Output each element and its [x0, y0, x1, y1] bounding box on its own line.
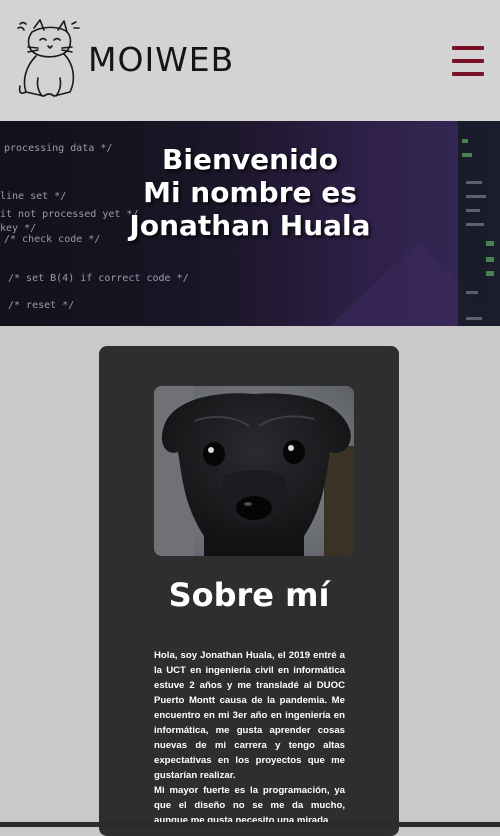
hero-title-line-2: Mi nombre es: [143, 176, 357, 209]
hero-title-line-1: Bienvenido: [162, 143, 338, 176]
code-line: /* reset */: [8, 300, 74, 311]
menu-bar-bottom: [452, 72, 484, 76]
about-title: Sobre mí: [168, 576, 330, 614]
navbar: MOIWEB: [0, 0, 500, 121]
dog-photo: [154, 386, 354, 556]
hero-title: Bienvenido Mi nombre es Jonathan Huala: [0, 143, 500, 242]
hero-title-line-3: Jonathan Huala: [129, 209, 371, 242]
brand-name[interactable]: MOIWEB: [88, 40, 234, 79]
menu-bar-middle: [452, 59, 484, 63]
profile-photo: [154, 386, 354, 556]
about-card: Sobre mí Hola, soy Jonathan Huala, el 20…: [99, 346, 399, 836]
menu-bar-top: [452, 46, 484, 50]
cat-logo-icon[interactable]: [14, 18, 84, 100]
about-paragraph-1: Hola, soy Jonathan Huala, el 2019 entré …: [154, 650, 345, 781]
code-line: /* set B(4) if correct code */: [8, 273, 189, 284]
hamburger-menu-icon[interactable]: [452, 46, 486, 78]
hero-banner: processing data */ line set */ it not pr…: [0, 121, 500, 326]
about-text: Hola, soy Jonathan Huala, el 2019 entré …: [154, 648, 345, 828]
bottom-edge: [0, 822, 500, 827]
